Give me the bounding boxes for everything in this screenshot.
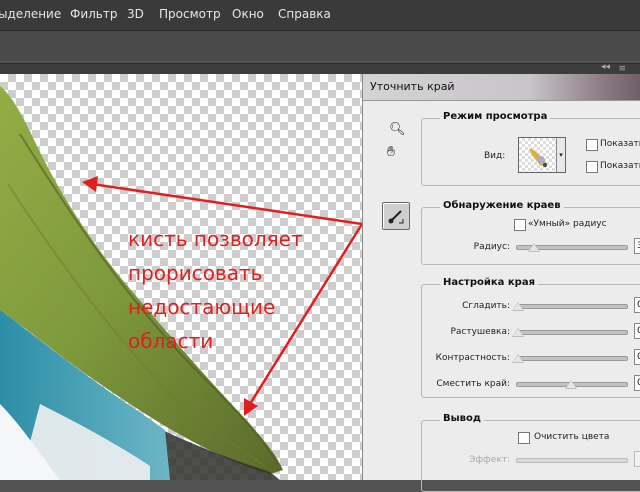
show-original-checkbox[interactable]	[586, 161, 598, 173]
radius-slider-thumb[interactable]	[528, 243, 540, 252]
smart-radius-checkbox[interactable]	[514, 219, 526, 231]
smooth-label: Сгладить:	[462, 301, 510, 311]
view-label: Вид:	[484, 151, 506, 161]
view-mode-section: Режим просмотра Вид: ▾ Показать Показать	[421, 111, 640, 186]
chevron-down-icon: ▾	[556, 138, 565, 172]
show-radius-label: Показать	[600, 139, 640, 149]
feather-value-field[interactable]: 0	[634, 323, 640, 339]
zoom-tool-icon[interactable]: 🔍︎	[389, 122, 406, 137]
annotation-text: кисть позволяет прорисовать недостающие …	[128, 222, 303, 358]
view-preview-icon	[529, 148, 547, 167]
radius-value-field[interactable]: 3	[634, 238, 640, 254]
output-section: Вывод Очистить цвета Эффект:	[421, 413, 640, 492]
smooth-slider-track[interactable]	[516, 304, 628, 309]
panel-strip: ◂◂ ≡	[0, 62, 640, 74]
shift-edge-value-field[interactable]: 0	[634, 375, 640, 391]
output-title: Вывод	[440, 413, 484, 424]
feather-slider-track[interactable]	[516, 330, 628, 335]
menu-view[interactable]: Просмотр	[159, 7, 221, 21]
refine-edge-dialog: Уточнить край 🔍︎ ✋︎ Режим просмотра Вид:	[362, 74, 640, 492]
menu-help[interactable]: Справка	[278, 7, 331, 21]
radius-label: Радиус:	[473, 242, 510, 252]
adjust-edge-section: Настройка края Сгладить: 0 Растушевка: 0…	[421, 277, 640, 398]
effect-value-field[interactable]	[634, 451, 640, 467]
annotation-line: кисть позволяет	[128, 227, 303, 251]
collapse-panels-icon[interactable]: ◂◂	[601, 62, 610, 72]
decontaminate-label: Очистить цвета	[534, 432, 610, 442]
effect-label: Эффект:	[469, 455, 510, 465]
edge-detection-title: Обнаружение краев	[440, 200, 564, 211]
menu-3d[interactable]: 3D	[127, 7, 144, 21]
annotation-line: недостающие	[128, 295, 276, 319]
menu-window[interactable]: Окно	[232, 7, 264, 21]
menu-selection[interactable]: ыделение	[0, 7, 61, 21]
divider	[0, 61, 640, 62]
smooth-slider-thumb[interactable]	[512, 302, 524, 311]
refine-radius-brush-button[interactable]	[382, 202, 410, 230]
options-bar	[0, 31, 640, 64]
feather-label: Растушевка:	[450, 327, 510, 337]
contrast-slider-thumb[interactable]	[512, 354, 524, 363]
view-thumbnail	[519, 138, 557, 172]
feather-slider-thumb[interactable]	[512, 328, 524, 337]
panel-menu-icon[interactable]: ≡	[618, 64, 626, 74]
contrast-value-field[interactable]: 0	[634, 349, 640, 365]
edge-detection-section: Обнаружение краев «Умный» радиус Радиус:…	[421, 200, 640, 265]
shift-edge-label: Сместить край:	[436, 379, 510, 389]
smart-radius-label: «Умный» радиус	[528, 219, 607, 229]
show-original-label: Показать	[600, 161, 640, 171]
menu-filter[interactable]: Фильтр	[70, 7, 117, 21]
effect-slider-track[interactable]	[516, 458, 628, 463]
dialog-tools: 🔍︎ ✋︎	[363, 100, 415, 480]
contrast-slider-track[interactable]	[516, 356, 628, 361]
hand-tool-icon[interactable]: ✋︎	[387, 144, 395, 160]
view-mode-select[interactable]: ▾	[518, 137, 566, 173]
annotation-line: области	[128, 329, 214, 353]
smooth-value-field[interactable]: 0	[634, 297, 640, 313]
contrast-label: Контрастность:	[435, 353, 510, 363]
decontaminate-checkbox[interactable]	[518, 432, 530, 444]
document-canvas[interactable]: кисть позволяет прорисовать недостающие …	[0, 74, 362, 480]
menu-bar: ыделение Фильтр 3D Просмотр Окно Справка	[0, 0, 640, 31]
view-mode-title: Режим просмотра	[440, 111, 551, 122]
annotation-line: прорисовать	[128, 261, 263, 285]
adjust-edge-title: Настройка края	[440, 277, 539, 288]
show-radius-checkbox[interactable]	[586, 139, 598, 151]
shift-edge-slider-thumb[interactable]	[565, 380, 577, 389]
dialog-title-bar[interactable]: Уточнить край	[363, 74, 640, 101]
brush-icon	[388, 210, 404, 224]
dialog-title: Уточнить край	[370, 80, 455, 93]
